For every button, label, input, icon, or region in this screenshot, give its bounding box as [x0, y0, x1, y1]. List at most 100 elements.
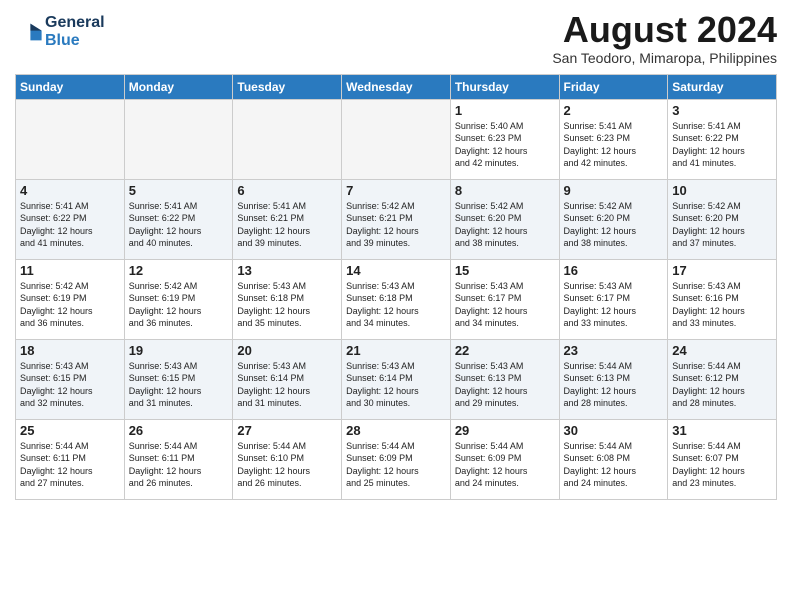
- calendar-week-row: 4 Sunrise: 5:41 AM Sunset: 6:22 PM Daylig…: [16, 179, 777, 259]
- day-info: Sunrise: 5:43 AM Sunset: 6:14 PM Dayligh…: [346, 360, 446, 410]
- calendar-day-cell: 24 Sunrise: 5:44 AM Sunset: 6:12 PM Dayli…: [668, 339, 777, 419]
- calendar-week-row: 18 Sunrise: 5:43 AM Sunset: 6:15 PM Dayli…: [16, 339, 777, 419]
- day-info: Sunrise: 5:42 AM Sunset: 6:19 PM Dayligh…: [20, 280, 120, 330]
- day-info: Sunrise: 5:43 AM Sunset: 6:18 PM Dayligh…: [346, 280, 446, 330]
- day-number: 2: [564, 103, 664, 118]
- calendar-header-cell: Friday: [559, 74, 668, 99]
- day-info: Sunrise: 5:41 AM Sunset: 6:22 PM Dayligh…: [129, 200, 229, 250]
- day-info: Sunrise: 5:41 AM Sunset: 6:21 PM Dayligh…: [237, 200, 337, 250]
- day-number: 15: [455, 263, 555, 278]
- calendar-day-cell: 29 Sunrise: 5:44 AM Sunset: 6:09 PM Dayli…: [450, 419, 559, 499]
- day-info: Sunrise: 5:44 AM Sunset: 6:11 PM Dayligh…: [129, 440, 229, 490]
- calendar-day-cell: 28Sunrise: 5:44 AM Sunset: 6:09 PM Dayli…: [342, 419, 451, 499]
- calendar-day-cell: 5 Sunrise: 5:41 AM Sunset: 6:22 PM Daylig…: [124, 179, 233, 259]
- day-number: 20: [237, 343, 337, 358]
- logo: General Blue: [15, 14, 105, 49]
- day-number: 17: [672, 263, 772, 278]
- logo-text: General Blue: [45, 14, 105, 49]
- calendar-day-cell: 4 Sunrise: 5:41 AM Sunset: 6:22 PM Daylig…: [16, 179, 125, 259]
- day-number: 1: [455, 103, 555, 118]
- calendar-day-cell: 10 Sunrise: 5:42 AM Sunset: 6:20 PM Dayli…: [668, 179, 777, 259]
- calendar-title: August 2024: [552, 10, 777, 50]
- calendar-day-cell: 17 Sunrise: 5:43 AM Sunset: 6:16 PM Dayli…: [668, 259, 777, 339]
- day-info: Sunrise: 5:44 AM Sunset: 6:09 PM Dayligh…: [455, 440, 555, 490]
- day-number: 3: [672, 103, 772, 118]
- calendar-day-cell: 31 Sunrise: 5:44 AM Sunset: 6:07 PM Dayli…: [668, 419, 777, 499]
- day-info: Sunrise: 5:43 AM Sunset: 6:17 PM Dayligh…: [564, 280, 664, 330]
- calendar-day-cell: 21 Sunrise: 5:43 AM Sunset: 6:14 PM Dayli…: [342, 339, 451, 419]
- day-info: Sunrise: 5:42 AM Sunset: 6:19 PM Dayligh…: [129, 280, 229, 330]
- day-number: 31: [672, 423, 772, 438]
- calendar-day-cell: 27 Sunrise: 5:44 AM Sunset: 6:10 PM Dayli…: [233, 419, 342, 499]
- calendar-header-cell: Thursday: [450, 74, 559, 99]
- title-area: August 2024 San Teodoro, Mimaropa, Phili…: [552, 10, 777, 66]
- day-info: Sunrise: 5:43 AM Sunset: 6:18 PM Dayligh…: [237, 280, 337, 330]
- day-info: Sunrise: 5:43 AM Sunset: 6:17 PM Dayligh…: [455, 280, 555, 330]
- day-info: Sunrise: 5:41 AM Sunset: 6:23 PM Dayligh…: [564, 120, 664, 170]
- calendar-week-row: 11 Sunrise: 5:42 AM Sunset: 6:19 PM Dayli…: [16, 259, 777, 339]
- calendar-day-cell: 15 Sunrise: 5:43 AM Sunset: 6:17 PM Dayli…: [450, 259, 559, 339]
- day-number: 26: [129, 423, 229, 438]
- calendar-day-cell: 25 Sunrise: 5:44 AM Sunset: 6:11 PM Dayli…: [16, 419, 125, 499]
- header: General Blue August 2024 San Teodoro, Mi…: [15, 10, 777, 66]
- calendar-day-cell: 6 Sunrise: 5:41 AM Sunset: 6:21 PM Daylig…: [233, 179, 342, 259]
- calendar-header-cell: Tuesday: [233, 74, 342, 99]
- day-info: Sunrise: 5:41 AM Sunset: 6:22 PM Dayligh…: [20, 200, 120, 250]
- day-number: 22: [455, 343, 555, 358]
- calendar-day-cell: [124, 99, 233, 179]
- day-info: Sunrise: 5:44 AM Sunset: 6:10 PM Dayligh…: [237, 440, 337, 490]
- calendar-table: SundayMondayTuesdayWednesdayThursdayFrid…: [15, 74, 777, 500]
- day-number: 8: [455, 183, 555, 198]
- calendar-day-cell: 22 Sunrise: 5:43 AM Sunset: 6:13 PM Dayli…: [450, 339, 559, 419]
- day-info: Sunrise: 5:42 AM Sunset: 6:20 PM Dayligh…: [455, 200, 555, 250]
- calendar-day-cell: 19Sunrise: 5:43 AM Sunset: 6:15 PM Dayli…: [124, 339, 233, 419]
- day-info: Sunrise: 5:44 AM Sunset: 6:07 PM Dayligh…: [672, 440, 772, 490]
- day-info: Sunrise: 5:44 AM Sunset: 6:12 PM Dayligh…: [672, 360, 772, 410]
- day-number: 27: [237, 423, 337, 438]
- calendar-day-cell: [342, 99, 451, 179]
- calendar-week-row: 25 Sunrise: 5:44 AM Sunset: 6:11 PM Dayli…: [16, 419, 777, 499]
- day-info: Sunrise: 5:43 AM Sunset: 6:13 PM Dayligh…: [455, 360, 555, 410]
- day-number: 5: [129, 183, 229, 198]
- calendar-day-cell: 7Sunrise: 5:42 AM Sunset: 6:21 PM Daylig…: [342, 179, 451, 259]
- day-number: 9: [564, 183, 664, 198]
- calendar-subtitle: San Teodoro, Mimaropa, Philippines: [552, 50, 777, 66]
- day-info: Sunrise: 5:42 AM Sunset: 6:21 PM Dayligh…: [346, 200, 446, 250]
- day-number: 28: [346, 423, 446, 438]
- day-info: Sunrise: 5:41 AM Sunset: 6:22 PM Dayligh…: [672, 120, 772, 170]
- day-number: 25: [20, 423, 120, 438]
- calendar-day-cell: [233, 99, 342, 179]
- day-number: 11: [20, 263, 120, 278]
- day-number: 21: [346, 343, 446, 358]
- calendar-day-cell: 13Sunrise: 5:43 AM Sunset: 6:18 PM Dayli…: [233, 259, 342, 339]
- day-number: 18: [20, 343, 120, 358]
- calendar-day-cell: [16, 99, 125, 179]
- day-number: 24: [672, 343, 772, 358]
- day-number: 10: [672, 183, 772, 198]
- day-number: 14: [346, 263, 446, 278]
- day-info: Sunrise: 5:43 AM Sunset: 6:15 PM Dayligh…: [20, 360, 120, 410]
- calendar-day-cell: 16 Sunrise: 5:43 AM Sunset: 6:17 PM Dayli…: [559, 259, 668, 339]
- calendar-header-cell: Wednesday: [342, 74, 451, 99]
- day-info: Sunrise: 5:44 AM Sunset: 6:11 PM Dayligh…: [20, 440, 120, 490]
- calendar-day-cell: 30Sunrise: 5:44 AM Sunset: 6:08 PM Dayli…: [559, 419, 668, 499]
- day-info: Sunrise: 5:43 AM Sunset: 6:14 PM Dayligh…: [237, 360, 337, 410]
- calendar-body: 1Sunrise: 5:40 AM Sunset: 6:23 PM Daylig…: [16, 99, 777, 499]
- day-number: 30: [564, 423, 664, 438]
- calendar-week-row: 1Sunrise: 5:40 AM Sunset: 6:23 PM Daylig…: [16, 99, 777, 179]
- day-info: Sunrise: 5:44 AM Sunset: 6:13 PM Dayligh…: [564, 360, 664, 410]
- day-number: 29: [455, 423, 555, 438]
- day-info: Sunrise: 5:42 AM Sunset: 6:20 PM Dayligh…: [564, 200, 664, 250]
- day-info: Sunrise: 5:42 AM Sunset: 6:20 PM Dayligh…: [672, 200, 772, 250]
- day-number: 6: [237, 183, 337, 198]
- calendar-day-cell: 20 Sunrise: 5:43 AM Sunset: 6:14 PM Dayli…: [233, 339, 342, 419]
- day-info: Sunrise: 5:43 AM Sunset: 6:16 PM Dayligh…: [672, 280, 772, 330]
- calendar-day-cell: 23 Sunrise: 5:44 AM Sunset: 6:13 PM Dayli…: [559, 339, 668, 419]
- day-number: 23: [564, 343, 664, 358]
- calendar-day-cell: 2 Sunrise: 5:41 AM Sunset: 6:23 PM Daylig…: [559, 99, 668, 179]
- page: General Blue August 2024 San Teodoro, Mi…: [0, 0, 792, 612]
- day-number: 16: [564, 263, 664, 278]
- calendar-header-cell: Saturday: [668, 74, 777, 99]
- day-number: 4: [20, 183, 120, 198]
- calendar-day-cell: 14 Sunrise: 5:43 AM Sunset: 6:18 PM Dayli…: [342, 259, 451, 339]
